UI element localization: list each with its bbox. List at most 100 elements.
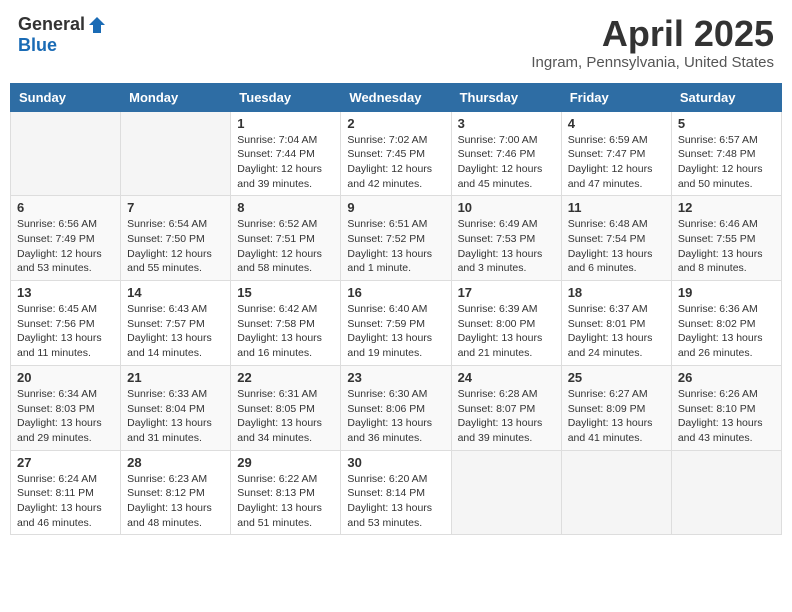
day-info: Sunrise: 6:48 AM Sunset: 7:54 PM Dayligh…	[568, 217, 665, 276]
calendar-cell: 1Sunrise: 7:04 AM Sunset: 7:44 PM Daylig…	[231, 111, 341, 196]
calendar-cell: 19 Sunrise: 6:36 AM Sunset: 8:02 PM Dayli…	[671, 281, 781, 366]
location-title: Ingram, Pennsylvania, United States	[531, 54, 774, 71]
week-row-5: 27 Sunrise: 6:24 AM Sunset: 8:11 PM Dayli…	[11, 450, 782, 535]
calendar-cell: 6 Sunrise: 6:56 AM Sunset: 7:49 PM Daylig…	[11, 196, 121, 281]
day-number: 12	[678, 200, 775, 215]
calendar-cell: 22Sunrise: 6:31 AM Sunset: 8:05 PM Dayli…	[231, 365, 341, 450]
logo: General Blue	[18, 14, 107, 56]
month-title: April 2025	[531, 14, 774, 54]
day-info: Sunrise: 6:33 AM Sunset: 8:04 PM Dayligh…	[127, 387, 224, 446]
calendar-cell: 29 Sunrise: 6:22 AM Sunset: 8:13 PM Dayli…	[231, 450, 341, 535]
calendar-cell: 24 Sunrise: 6:28 AM Sunset: 8:07 PM Dayli…	[451, 365, 561, 450]
day-info: Sunrise: 6:43 AM Sunset: 7:57 PM Dayligh…	[127, 302, 224, 361]
calendar-cell: 21Sunrise: 6:33 AM Sunset: 8:04 PM Dayli…	[121, 365, 231, 450]
day-info: Sunrise: 6:57 AM Sunset: 7:48 PM Dayligh…	[678, 133, 775, 192]
day-number: 27	[17, 455, 114, 470]
day-info: Sunrise: 6:39 AM Sunset: 8:00 PM Dayligh…	[458, 302, 555, 361]
column-header-saturday: Saturday	[671, 83, 781, 111]
calendar-cell: 18Sunrise: 6:37 AM Sunset: 8:01 PM Dayli…	[561, 281, 671, 366]
day-info: Sunrise: 6:20 AM Sunset: 8:14 PM Dayligh…	[347, 472, 444, 531]
day-info: Sunrise: 6:36 AM Sunset: 8:02 PM Dayligh…	[678, 302, 775, 361]
calendar-cell: 4 Sunrise: 6:59 AM Sunset: 7:47 PM Daylig…	[561, 111, 671, 196]
column-header-tuesday: Tuesday	[231, 83, 341, 111]
calendar-cell: 3Sunrise: 7:00 AM Sunset: 7:46 PM Daylig…	[451, 111, 561, 196]
calendar-cell: 7 Sunrise: 6:54 AM Sunset: 7:50 PM Daylig…	[121, 196, 231, 281]
calendar-cell: 12 Sunrise: 6:46 AM Sunset: 7:55 PM Dayli…	[671, 196, 781, 281]
day-number: 7	[127, 200, 224, 215]
calendar-cell: 8 Sunrise: 6:52 AM Sunset: 7:51 PM Daylig…	[231, 196, 341, 281]
day-number: 19	[678, 285, 775, 300]
day-info: Sunrise: 6:59 AM Sunset: 7:47 PM Dayligh…	[568, 133, 665, 192]
day-info: Sunrise: 6:28 AM Sunset: 8:07 PM Dayligh…	[458, 387, 555, 446]
day-number: 30	[347, 455, 444, 470]
day-number: 4	[568, 116, 665, 131]
day-info: Sunrise: 6:56 AM Sunset: 7:49 PM Dayligh…	[17, 217, 114, 276]
day-info: Sunrise: 6:34 AM Sunset: 8:03 PM Dayligh…	[17, 387, 114, 446]
calendar-cell	[671, 450, 781, 535]
calendar-cell: 30 Sunrise: 6:20 AM Sunset: 8:14 PM Dayli…	[341, 450, 451, 535]
column-header-monday: Monday	[121, 83, 231, 111]
day-number: 28	[127, 455, 224, 470]
day-number: 5	[678, 116, 775, 131]
day-number: 26	[678, 370, 775, 385]
calendar-cell: 16Sunrise: 6:40 AM Sunset: 7:59 PM Dayli…	[341, 281, 451, 366]
day-number: 23	[347, 370, 444, 385]
day-number: 24	[458, 370, 555, 385]
calendar-cell: 14 Sunrise: 6:43 AM Sunset: 7:57 PM Dayli…	[121, 281, 231, 366]
day-info: Sunrise: 6:24 AM Sunset: 8:11 PM Dayligh…	[17, 472, 114, 531]
column-header-friday: Friday	[561, 83, 671, 111]
day-info: Sunrise: 7:02 AM Sunset: 7:45 PM Dayligh…	[347, 133, 444, 192]
column-header-wednesday: Wednesday	[341, 83, 451, 111]
calendar-cell: 20 Sunrise: 6:34 AM Sunset: 8:03 PM Dayli…	[11, 365, 121, 450]
calendar-cell: 28 Sunrise: 6:23 AM Sunset: 8:12 PM Dayli…	[121, 450, 231, 535]
day-info: Sunrise: 6:52 AM Sunset: 7:51 PM Dayligh…	[237, 217, 334, 276]
day-info: Sunrise: 6:51 AM Sunset: 7:52 PM Dayligh…	[347, 217, 444, 276]
day-number: 17	[458, 285, 555, 300]
calendar-cell: 15 Sunrise: 6:42 AM Sunset: 7:58 PM Dayli…	[231, 281, 341, 366]
day-info: Sunrise: 6:40 AM Sunset: 7:59 PM Dayligh…	[347, 302, 444, 361]
day-number: 6	[17, 200, 114, 215]
day-number: 25	[568, 370, 665, 385]
column-header-sunday: Sunday	[11, 83, 121, 111]
day-number: 2	[347, 116, 444, 131]
calendar-cell: 26 Sunrise: 6:26 AM Sunset: 8:10 PM Dayli…	[671, 365, 781, 450]
day-info: Sunrise: 7:04 AM Sunset: 7:44 PM Dayligh…	[237, 133, 334, 192]
calendar-cell: 11 Sunrise: 6:48 AM Sunset: 7:54 PM Dayli…	[561, 196, 671, 281]
day-info: Sunrise: 6:42 AM Sunset: 7:58 PM Dayligh…	[237, 302, 334, 361]
day-info: Sunrise: 6:31 AM Sunset: 8:05 PM Dayligh…	[237, 387, 334, 446]
calendar-header-row: SundayMondayTuesdayWednesdayThursdayFrid…	[11, 83, 782, 111]
week-row-4: 20 Sunrise: 6:34 AM Sunset: 8:03 PM Dayli…	[11, 365, 782, 450]
day-info: Sunrise: 6:54 AM Sunset: 7:50 PM Dayligh…	[127, 217, 224, 276]
calendar-cell: 2 Sunrise: 7:02 AM Sunset: 7:45 PM Daylig…	[341, 111, 451, 196]
calendar-cell: 23Sunrise: 6:30 AM Sunset: 8:06 PM Dayli…	[341, 365, 451, 450]
calendar-cell: 5 Sunrise: 6:57 AM Sunset: 7:48 PM Daylig…	[671, 111, 781, 196]
day-number: 14	[127, 285, 224, 300]
day-info: Sunrise: 6:45 AM Sunset: 7:56 PM Dayligh…	[17, 302, 114, 361]
day-info: Sunrise: 6:23 AM Sunset: 8:12 PM Dayligh…	[127, 472, 224, 531]
day-info: Sunrise: 6:26 AM Sunset: 8:10 PM Dayligh…	[678, 387, 775, 446]
day-info: Sunrise: 6:27 AM Sunset: 8:09 PM Dayligh…	[568, 387, 665, 446]
day-info: Sunrise: 6:22 AM Sunset: 8:13 PM Dayligh…	[237, 472, 334, 531]
day-info: Sunrise: 6:46 AM Sunset: 7:55 PM Dayligh…	[678, 217, 775, 276]
calendar-cell: 9 Sunrise: 6:51 AM Sunset: 7:52 PM Daylig…	[341, 196, 451, 281]
header: General Blue April 2025 Ingram, Pennsylv…	[10, 10, 782, 75]
title-area: April 2025 Ingram, Pennsylvania, United …	[531, 14, 774, 71]
calendar-cell	[11, 111, 121, 196]
day-number: 20	[17, 370, 114, 385]
calendar-cell	[121, 111, 231, 196]
calendar-cell: 10Sunrise: 6:49 AM Sunset: 7:53 PM Dayli…	[451, 196, 561, 281]
logo-general-text: General	[18, 14, 85, 35]
logo-icon	[87, 15, 107, 35]
column-header-thursday: Thursday	[451, 83, 561, 111]
day-number: 8	[237, 200, 334, 215]
logo-blue-text: Blue	[18, 35, 57, 56]
day-number: 29	[237, 455, 334, 470]
day-number: 15	[237, 285, 334, 300]
day-number: 11	[568, 200, 665, 215]
week-row-2: 6 Sunrise: 6:56 AM Sunset: 7:49 PM Daylig…	[11, 196, 782, 281]
day-info: Sunrise: 6:49 AM Sunset: 7:53 PM Dayligh…	[458, 217, 555, 276]
calendar-cell	[561, 450, 671, 535]
day-number: 9	[347, 200, 444, 215]
day-number: 18	[568, 285, 665, 300]
calendar: SundayMondayTuesdayWednesdayThursdayFrid…	[10, 83, 782, 536]
